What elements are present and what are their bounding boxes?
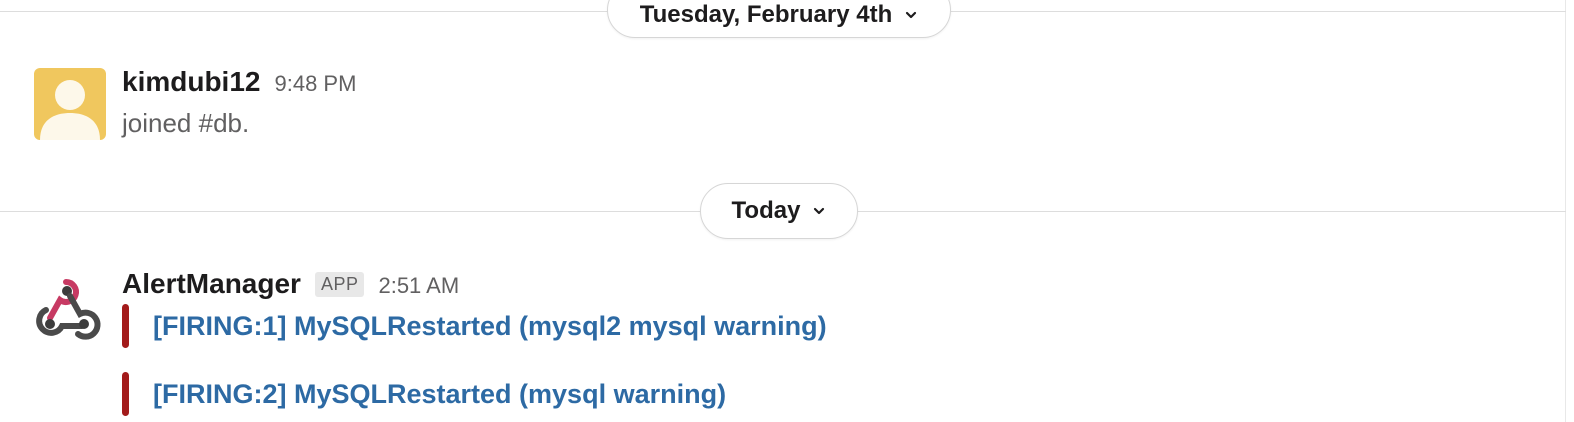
- chevron-down-icon: [906, 11, 917, 19]
- default-user-icon: [40, 80, 100, 140]
- attachment-color-bar: [122, 304, 129, 348]
- sender-name[interactable]: kimdubi12: [122, 66, 260, 98]
- message-timestamp[interactable]: 9:48 PM: [274, 71, 356, 97]
- date-label: Tuesday, February 4th: [639, 1, 893, 28]
- attachment-color-bar: [122, 372, 129, 416]
- app-badge: APP: [314, 272, 365, 297]
- chevron-down-icon: [814, 207, 825, 215]
- date-label: Today: [731, 197, 801, 224]
- avatar[interactable]: [34, 68, 106, 140]
- alert-attachment: [FIRING:2] MySQLRestarted (mysql warning…: [122, 372, 726, 416]
- message-header: kimdubi12 9:48 PM: [122, 66, 356, 98]
- alert-title-link[interactable]: [FIRING:2] MySQLRestarted (mysql warning…: [153, 379, 726, 410]
- message-header: AlertManager APP 2:51 AM: [122, 268, 459, 300]
- webhook-icon: [36, 279, 101, 340]
- date-jump-button[interactable]: Tuesday, February 4th: [607, 0, 951, 38]
- alert-title-link[interactable]: [FIRING:1] MySQLRestarted (mysql2 mysql …: [153, 311, 827, 342]
- message-timestamp[interactable]: 2:51 AM: [378, 273, 459, 299]
- sender-name[interactable]: AlertManager: [122, 268, 301, 300]
- alert-attachment: [FIRING:1] MySQLRestarted (mysql2 mysql …: [122, 304, 827, 348]
- date-jump-button[interactable]: Today: [700, 183, 858, 239]
- message-item: AlertManager APP 2:51 AM [FIRING:1] MySQ…: [0, 262, 1560, 422]
- avatar[interactable]: [32, 270, 104, 342]
- message-text: joined #db.: [122, 108, 250, 138]
- message-pane: Tuesday, February 4th kimdubi12 9:48 PM …: [0, 0, 1574, 422]
- message-item: kimdubi12 9:48 PM joined #db.: [0, 60, 1560, 160]
